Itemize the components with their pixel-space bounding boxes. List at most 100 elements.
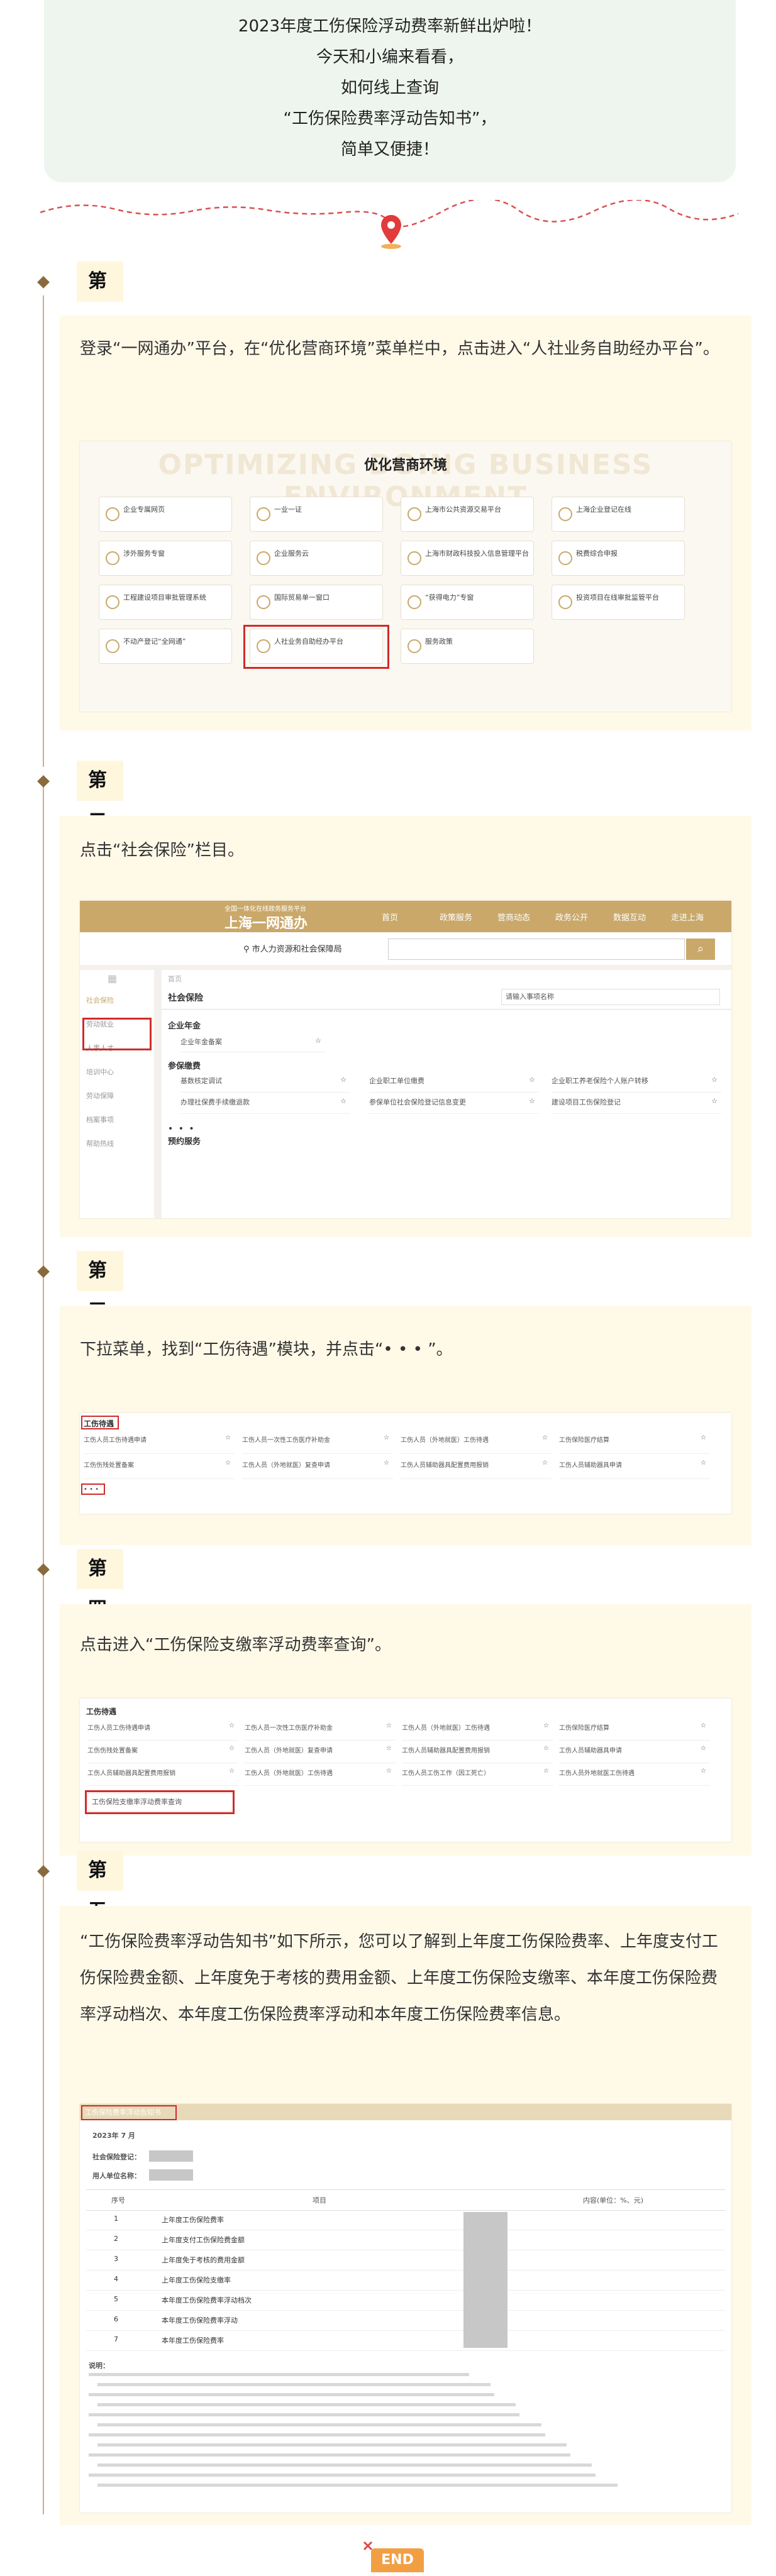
business-tile[interactable]: 一业一证: [250, 497, 383, 532]
business-tile[interactable]: 税费综合申报: [552, 541, 685, 576]
item-label: 工伤人员辅助器具申请: [559, 1462, 622, 1469]
circle-icon: [407, 639, 421, 653]
more-dots[interactable]: • • •: [168, 1124, 196, 1134]
circle-icon: [257, 507, 270, 521]
diamond-icon: [37, 1265, 50, 1278]
list-item[interactable]: 工伤保险医疗结算 ☆: [559, 1434, 710, 1454]
list-item[interactable]: 基数核定调试 ☆: [180, 1076, 350, 1093]
side-menu-item[interactable]: 档案事项: [86, 1115, 114, 1125]
reg-label: 社会保险登记：: [92, 2153, 141, 2161]
list-item[interactable]: 工伤保险医疗结算 ☆: [559, 1722, 710, 1741]
step-title: 第四步: [77, 1549, 123, 1660]
business-tile[interactable]: 企业专属网页: [99, 497, 232, 532]
search-icon[interactable]: ⌕: [686, 938, 715, 960]
business-tile[interactable]: 投资项目在线审批监管平台: [552, 585, 685, 620]
side-menu-item[interactable]: 培训中心: [86, 1067, 114, 1077]
section-title: 预约服务: [168, 1137, 201, 1147]
nav-item[interactable]: 首页: [382, 911, 398, 923]
diamond-icon: [37, 276, 50, 289]
tile-label: 涉外服务专窗: [123, 549, 165, 558]
note-line: [97, 2463, 592, 2467]
list-item[interactable]: 工伤人员（外地就医）工伤待遇 ☆: [402, 1722, 553, 1741]
search-input[interactable]: [388, 938, 685, 960]
business-tile[interactable]: 不动产登记“全网通”: [99, 629, 232, 664]
business-tile[interactable]: 涉外服务专窗: [99, 541, 232, 576]
list-item[interactable]: 工伤人员工伤工作（因工死亡） ☆: [402, 1768, 553, 1786]
highlight-box: [81, 1416, 119, 1429]
circle-icon: [558, 595, 572, 609]
business-tile[interactable]: 国际贸易单一窗口: [250, 585, 383, 620]
list-item[interactable]: 工伤人员外地就医工伤待遇 ☆: [559, 1768, 710, 1786]
col-value: 内容(单位：%、元): [583, 2196, 644, 2204]
list-item[interactable]: 工伤人员一次性工伤医疗补助金 ☆: [242, 1434, 393, 1454]
list-item[interactable]: 工伤人员一次性工伤医疗补助金 ☆: [245, 1722, 396, 1741]
list-item[interactable]: 企业年金备案 ☆: [180, 1037, 325, 1052]
row-number: 7: [114, 2335, 118, 2343]
list-item[interactable]: 工伤人员辅助器具配置费用报销 ☆: [402, 1745, 553, 1763]
screenshot-injury-module: 工伤待遇 • • • 工伤人员工伤待遇申请 ☆ 工伤人员一次性工伤医疗补助金 ☆ 工伤人…: [80, 1413, 731, 1514]
nav-item[interactable]: 政务公开: [555, 911, 588, 923]
list-item[interactable]: 企业职工养老保险个人账户转移 ☆: [552, 1076, 721, 1093]
col-item: 项目: [313, 2196, 326, 2204]
business-tile[interactable]: “获得电力”专窗: [401, 585, 534, 620]
module-title: 工伤待遇: [86, 1707, 117, 1716]
table-row: 1 上年度工伤保险费率: [86, 2210, 725, 2230]
screenshot-social-insurance: 全国一体化在线政务服务平台 上海一网通办 首页 政策服务 营商动态 政务公开 数据互动 走…: [80, 901, 731, 1218]
list-item[interactable]: 建设项目工伤保险登记 ☆: [552, 1097, 721, 1114]
list-item[interactable]: 工伤人员辅助器具配置费用报销 ☆: [401, 1460, 552, 1479]
star-icon: ☆: [701, 1434, 706, 1441]
row-number: 5: [114, 2295, 118, 2303]
redacted-block: [463, 2212, 507, 2348]
note-line: [89, 2393, 495, 2396]
table-row: 3 上年度免于考核的费用金额: [86, 2250, 725, 2271]
step-1-card: 登录“一网通办”平台，在“优化营商环境”菜单栏中，点击进入“人社业务自助经办平台…: [60, 316, 751, 730]
business-tile[interactable]: 上海企业登记在线: [552, 497, 685, 532]
nav-item[interactable]: 营商动态: [497, 911, 530, 923]
circle-icon: [407, 507, 421, 521]
item-label: 工伤人员辅助器具配置费用报销: [401, 1462, 489, 1469]
nav-item[interactable]: 走进上海: [671, 911, 704, 923]
list-item[interactable]: 工伤伤残处置备案 ☆: [87, 1745, 238, 1763]
business-tile[interactable]: 企业服务云: [250, 541, 383, 576]
circle-icon: [106, 551, 119, 565]
note-line: [97, 2484, 618, 2487]
col-no: 序号: [111, 2196, 125, 2204]
side-menu-item[interactable]: 帮助热线: [86, 1138, 114, 1148]
list-item[interactable]: 工伤人员（外地就医）复查申请 ☆: [245, 1745, 396, 1763]
business-tile[interactable]: 上海市财政科技投入信息管理平台: [401, 541, 534, 576]
intro-line: 简单又便捷！: [340, 140, 439, 159]
side-menu-item[interactable]: 社会保险: [86, 995, 114, 1005]
business-tile[interactable]: 上海市公共资源交易平台: [401, 497, 534, 532]
row-number: 1: [114, 2215, 118, 2223]
list-item[interactable]: 工伤人员辅助器具配置费用报销 ☆: [87, 1768, 238, 1786]
step-connector: [43, 1571, 44, 1886]
list-item[interactable]: 工伤人员（外地就医）复查申请 ☆: [242, 1460, 393, 1479]
side-menu-item[interactable]: 劳动保障: [86, 1091, 114, 1101]
item-search-input[interactable]: 请输入事项名称: [501, 989, 720, 1005]
tile-label: 工程建设项目审批管理系统: [123, 593, 206, 602]
list-item[interactable]: 工伤伤残处置备案 ☆: [84, 1460, 235, 1479]
step-connector: [43, 1270, 44, 1597]
list-item[interactable]: 企业职工单位缴费 ☆: [369, 1076, 539, 1093]
dept-label: ⚲ 市人力资源和社会保障局: [243, 945, 342, 954]
list-item[interactable]: 参保单位社会保险登记信息变更 ☆: [369, 1097, 539, 1114]
row-label: 上年度工伤保险支缴率: [162, 2276, 231, 2284]
tile-label: 企业服务云: [274, 549, 309, 558]
intro-line: 如何线上查询: [340, 79, 439, 97]
business-tile[interactable]: 工程建设项目审批管理系统: [99, 585, 232, 620]
nav-item[interactable]: 数据互动: [613, 911, 646, 923]
nav-item[interactable]: 政策服务: [440, 911, 472, 923]
screenshot-injury-query: 工伤待遇 工伤保险支缴率浮动费率查询 工伤人员工伤待遇申请 ☆ 工伤人员一次性工伤医…: [80, 1698, 731, 1842]
list-item[interactable]: 工伤人员工伤待遇申请 ☆: [84, 1434, 235, 1454]
list-item[interactable]: 办理社保费手续缴退款 ☆: [180, 1097, 350, 1114]
list-item[interactable]: 工伤人员辅助器具申请 ☆: [559, 1460, 710, 1479]
row-number: 6: [114, 2315, 118, 2323]
business-tile[interactable]: 服务政策: [401, 629, 534, 664]
highlight-box: [81, 1483, 105, 1495]
list-item[interactable]: 工伤人员工伤待遇申请 ☆: [87, 1722, 238, 1741]
list-item[interactable]: 工伤人员辅助器具申请 ☆: [559, 1745, 710, 1763]
list-item[interactable]: 工伤人员（外地就医）工伤待遇 ☆: [245, 1768, 396, 1786]
step-title: 第一步: [77, 261, 123, 373]
list-item[interactable]: 工伤人员（外地就医）工伤待遇 ☆: [401, 1434, 552, 1454]
tile-label: 国际贸易单一窗口: [274, 593, 330, 602]
